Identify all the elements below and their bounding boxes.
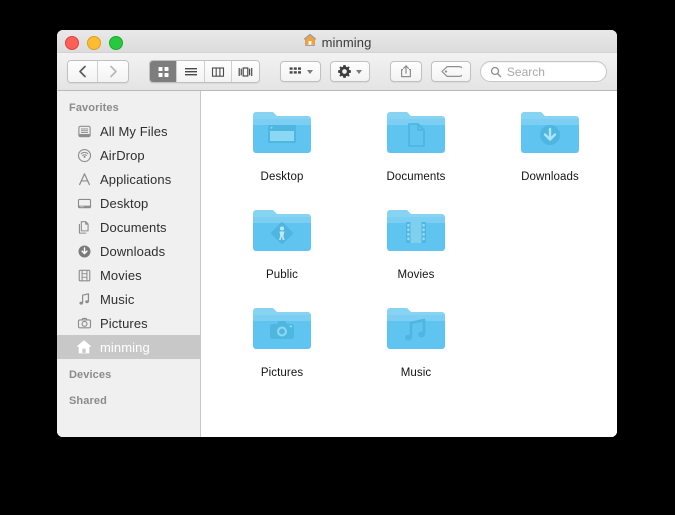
folder-documents-icon	[383, 105, 449, 163]
toolbar: Search	[57, 53, 617, 91]
arrange-button[interactable]	[280, 61, 321, 82]
folder-music-icon	[383, 301, 449, 359]
file-item-label: Downloads	[521, 171, 579, 183]
window-body: Favorites All My Files AirDrop Applicati…	[57, 91, 617, 437]
sidebar-item-music[interactable]: Music	[57, 287, 200, 311]
downloads-icon	[76, 243, 92, 259]
close-button[interactable]	[65, 36, 79, 50]
coverflow-view-button[interactable]	[231, 61, 260, 82]
file-item-public[interactable]: Public	[215, 203, 349, 281]
sidebar-item-label: minming	[100, 339, 150, 355]
sidebar-item-minming[interactable]: minming	[57, 335, 200, 359]
sidebar-item-label: Desktop	[100, 195, 149, 211]
gear-icon	[338, 65, 352, 78]
sidebar-header-shared: Shared	[69, 395, 107, 407]
home-icon	[303, 33, 317, 52]
arrange-icon	[289, 67, 301, 74]
title-bar[interactable]: minming	[57, 30, 617, 53]
movies-icon	[76, 267, 92, 283]
file-item-label: Pictures	[260, 367, 304, 379]
file-item-label: Movies	[397, 269, 435, 281]
music-icon	[76, 291, 92, 307]
file-grid: Desktop Documents Downloads Public Movie…	[201, 105, 617, 379]
sidebar-item-label: Movies	[100, 267, 142, 283]
sidebar-item-all-my-files[interactable]: All My Files	[57, 119, 200, 143]
file-item-downloads[interactable]: Downloads	[483, 105, 617, 183]
minimize-button[interactable]	[87, 36, 101, 50]
file-item-pictures[interactable]: Pictures	[215, 301, 349, 379]
file-item-desktop[interactable]: Desktop	[215, 105, 349, 183]
documents-icon	[76, 219, 92, 235]
sidebar-item-label: Pictures	[100, 315, 148, 331]
screen: minming Search Favorites All My Files Ai…	[0, 0, 675, 515]
pictures-icon	[76, 315, 92, 331]
sidebar-item-label: Applications	[100, 171, 172, 187]
sidebar-item-movies[interactable]: Movies	[57, 263, 200, 287]
forward-button[interactable]	[98, 61, 129, 82]
columns-icon	[211, 66, 224, 77]
sidebar-item-applications[interactable]: Applications	[57, 167, 200, 191]
folder-public-icon	[249, 203, 315, 261]
chevron-down-icon	[306, 69, 313, 74]
folder-desktop-icon	[249, 105, 315, 163]
maximize-button[interactable]	[109, 36, 123, 50]
chevron-left-icon	[79, 65, 86, 78]
window-title-group: minming	[57, 33, 617, 52]
file-grid-area[interactable]: Desktop Documents Downloads Public Movie…	[201, 91, 617, 437]
sidebar-item-label: Documents	[100, 219, 167, 235]
finder-window: minming Search Favorites All My Files Ai…	[57, 30, 617, 437]
file-item-label: Public	[266, 269, 298, 281]
search-input[interactable]: Search	[507, 65, 545, 79]
chevron-right-icon	[109, 65, 117, 78]
sidebar-item-pictures[interactable]: Pictures	[57, 311, 200, 335]
tags-button[interactable]	[431, 61, 471, 82]
sidebar-item-label: Music	[100, 291, 135, 307]
sidebar-item-label: AirDrop	[100, 147, 145, 163]
share-button[interactable]	[390, 61, 423, 82]
view-mode-buttons	[149, 60, 261, 83]
list-icon	[184, 67, 197, 75]
column-view-button[interactable]	[204, 61, 232, 82]
sidebar-header-devices: Devices	[69, 369, 112, 381]
airdrop-icon	[76, 147, 92, 163]
sidebar: Favorites All My Files AirDrop Applicati…	[57, 91, 201, 437]
desktop-icon	[76, 195, 92, 211]
file-item-label: Desktop	[260, 171, 304, 183]
file-item-label: Documents	[386, 171, 446, 183]
file-item-label: Music	[400, 367, 432, 379]
grid-icon	[158, 67, 169, 77]
window-controls	[65, 36, 123, 50]
icon-view-button[interactable]	[150, 61, 178, 82]
home-icon	[76, 339, 92, 355]
file-item-music[interactable]: Music	[349, 301, 483, 379]
list-view-button[interactable]	[177, 61, 205, 82]
sidebar-item-airdrop[interactable]: AirDrop	[57, 143, 200, 167]
chevron-down-icon	[356, 69, 363, 74]
all-my-files-icon	[76, 123, 92, 139]
file-item-movies[interactable]: Movies	[349, 203, 483, 281]
search-icon	[490, 66, 502, 77]
sidebar-item-label: All My Files	[100, 123, 168, 139]
file-item-documents[interactable]: Documents	[349, 105, 483, 183]
navigation-buttons	[67, 60, 130, 83]
sidebar-item-desktop[interactable]: Desktop	[57, 191, 200, 215]
back-button[interactable]	[68, 61, 99, 82]
sidebar-item-documents[interactable]: Documents	[57, 215, 200, 239]
folder-downloads-icon	[517, 105, 583, 163]
applications-icon	[76, 171, 92, 187]
coverflow-icon	[238, 66, 253, 77]
folder-movies-icon	[383, 203, 449, 261]
grid-spacer	[483, 203, 617, 281]
window-title: minming	[321, 35, 372, 50]
tag-icon	[441, 66, 463, 77]
action-button[interactable]	[329, 61, 371, 82]
search-field[interactable]: Search	[479, 61, 608, 82]
folder-pictures-icon	[249, 301, 315, 359]
sidebar-item-label: Downloads	[100, 243, 166, 259]
share-icon	[401, 65, 412, 78]
sidebar-header-favorites: Favorites	[69, 102, 119, 114]
sidebar-item-downloads[interactable]: Downloads	[57, 239, 200, 263]
